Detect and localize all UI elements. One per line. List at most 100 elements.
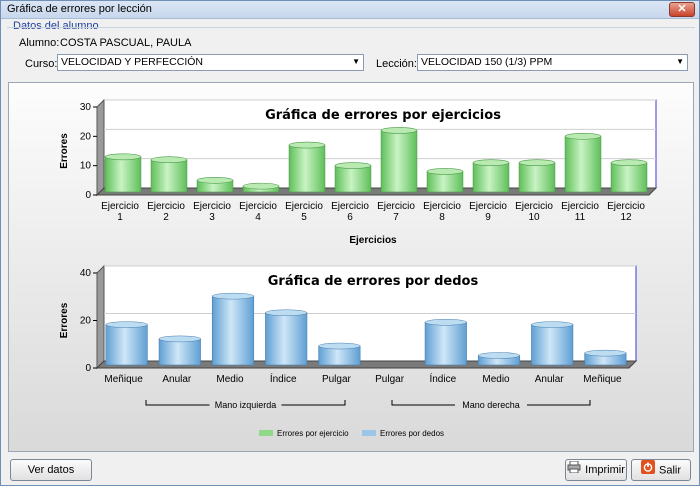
chart-panel: 0 10 20 30 Ejercicio 1 Ejercicio 2 Ejercicio 3 Eje… [8, 82, 694, 452]
right-hand-group-line [391, 400, 455, 406]
ejercicios-chart-bar-top [104, 153, 142, 161]
ejercicios-chart-x-tick-label: 11 [575, 212, 586, 223]
dedos-chart-bar [531, 324, 574, 366]
right-hand-group-line [527, 400, 591, 406]
ejercicios-chart-bar [380, 130, 418, 193]
dedos-chart-x-tick-label: Medio [216, 374, 244, 385]
left-hand-group-line [145, 400, 210, 406]
dedos-chart-bar-top [105, 321, 148, 328]
dedos-chart-x-tick-label: Pulgar [322, 374, 352, 385]
dedos-chart-x-tick-label: Meñique [583, 374, 622, 385]
printer-icon [567, 460, 581, 480]
dedos-chart-bar-top [531, 321, 574, 328]
ejercicios-chart-x-tick-label: Ejercicio [561, 201, 599, 212]
ejercicios-chart-x-tick-label: Ejercicio [515, 201, 553, 212]
ejercicios-chart-x-tick-label: Ejercicio [377, 201, 415, 212]
ejercicios-chart-x-tick-label: 12 [620, 212, 632, 223]
course-value: VELOCIDAD Y PERFECCIÓN [61, 56, 203, 68]
exit-button[interactable]: Salir [631, 459, 691, 481]
ver-datos-button[interactable]: Ver datos [10, 459, 92, 481]
ejercicios-chart-bar-top [472, 159, 510, 166]
legend-item-dedos: Errores por dedos [380, 429, 444, 438]
ejercicios-chart-x-tick-label: 10 [528, 212, 540, 223]
ejercicios-chart-y-tick-label: 10 [80, 161, 92, 172]
lesson-select[interactable]: VELOCIDAD 150 (1/3) PPM ▼ [417, 54, 688, 71]
dedos-chart-bar-top [211, 292, 255, 300]
ejercicios-chart-x-tick-label: 5 [301, 212, 307, 223]
dedos-chart-bar-top [318, 342, 361, 350]
ejercicios-chart-y-tick-label: 20 [80, 131, 92, 142]
ejercicios-chart-x-tick-label: 9 [485, 212, 491, 223]
dedos-chart-x-tick-label: Pulgar [375, 374, 405, 385]
dedos-chart-x-tick-label: Índice [270, 372, 297, 385]
ejercicios-chart-x-tick-label: 7 [393, 212, 399, 223]
ejercicios-chart-bar-top [426, 168, 464, 175]
ejercicios-chart-bar [472, 162, 510, 193]
chevron-down-icon: ▼ [352, 57, 360, 66]
ejercicios-chart-bar [104, 156, 142, 193]
ejercicios-chart-bar-top [196, 176, 234, 184]
dedos-chart-x-tick-label: Medio [482, 374, 510, 385]
group-divider [7, 27, 695, 28]
print-button[interactable]: Imprimir [565, 459, 627, 481]
ejercicios-chart-title: Gráfica de errores por ejercicios [265, 108, 501, 123]
dedos-chart-x-tick-label: Anular [162, 374, 192, 385]
title-bar: Gráfica de errores por lección ✕ [1, 1, 699, 19]
dedos-chart-bar [211, 295, 255, 366]
student-label: Alumno: [19, 37, 60, 49]
dedos-chart-bar-top [265, 309, 308, 317]
ejercicios-chart-x-tick-label: 4 [255, 212, 261, 223]
ejercicios-chart-bar [150, 159, 188, 193]
ejercicios-chart-y-tick-label: 30 [80, 102, 92, 113]
dedos-chart-side-wall [96, 264, 105, 370]
ejercicios-chart-x-tick-label: Ejercicio [147, 201, 185, 212]
left-hand-group-line [281, 400, 346, 406]
close-button[interactable]: ✕ [669, 2, 695, 17]
dedos-chart-y-tick-label: 20 [80, 316, 92, 327]
ejercicios-chart-bar-top [288, 141, 326, 149]
ejercicios-chart-x-tick-label: 8 [439, 212, 445, 223]
ejercicios-chart-bar [564, 135, 602, 193]
ejercicios-chart-bar-top [150, 156, 188, 164]
student-group-label: Datos del alumno [13, 20, 99, 32]
left-hand-group-label: Mano izquierda [215, 400, 277, 410]
ejercicios-chart-bar [288, 144, 326, 193]
dedos-chart-bar [424, 321, 467, 366]
ejercicios-chart-x-tick-label: Ejercicio [469, 201, 507, 212]
right-hand-group-label: Mano derecha [462, 400, 520, 410]
dedos-chart-x-tick-label: Anular [535, 374, 565, 385]
chevron-down-icon: ▼ [676, 57, 684, 66]
ejercicios-chart-bar-top [380, 127, 418, 134]
charts-canvas: 0102030Ejercicio1Ejercicio2Ejercicio3Eje… [59, 98, 658, 438]
student-name: COSTA PASCUAL, PAULA [60, 37, 192, 49]
dedos-chart-y-tick-label: 40 [80, 268, 92, 279]
window-title: Gráfica de errores por lección [7, 3, 152, 15]
ejercicios-chart-y-tick-label: 0 [85, 190, 91, 201]
dedos-chart-bar [265, 312, 308, 366]
ejercicios-chart-bar [334, 165, 372, 193]
ejercicios-chart-bar-top [610, 159, 648, 166]
dedos-chart-bar-top [424, 318, 467, 326]
main-window: Gráfica de errores por lección ✕ Datos d… [0, 0, 700, 486]
ejercicios-chart-y-axis-label: Errores [59, 133, 70, 169]
print-label: Imprimir [585, 464, 625, 476]
ejercicios-chart-bar-top [334, 162, 372, 169]
legend-swatch-blue [362, 430, 376, 436]
ejercicios-chart-x-tick-label: Ejercicio [423, 201, 461, 212]
ejercicios-chart-bar-top [242, 182, 280, 190]
exit-icon [640, 460, 655, 481]
legend-swatch-green [259, 430, 273, 436]
course-select[interactable]: VELOCIDAD Y PERFECCIÓN ▼ [57, 54, 364, 71]
lesson-label: Lección: [376, 58, 417, 70]
ejercicios-chart-x-tick-label: 1 [117, 212, 123, 223]
dedos-chart-bar-top [584, 349, 627, 357]
dedos-chart-y-tick-label: 0 [85, 363, 91, 374]
dedos-chart-y-axis-label: Errores [59, 302, 70, 338]
dedos-chart-bar [105, 324, 148, 366]
dedos-chart-x-tick-label: Meñique [104, 374, 143, 385]
dedos-chart-title: Gráfica de errores por dedos [268, 274, 479, 289]
ejercicios-chart-bar [610, 162, 648, 193]
lesson-value: VELOCIDAD 150 (1/3) PPM [421, 56, 553, 68]
legend-item-ejercicio: Errores por ejercicio [277, 429, 349, 438]
exit-label: Salir [658, 464, 681, 477]
